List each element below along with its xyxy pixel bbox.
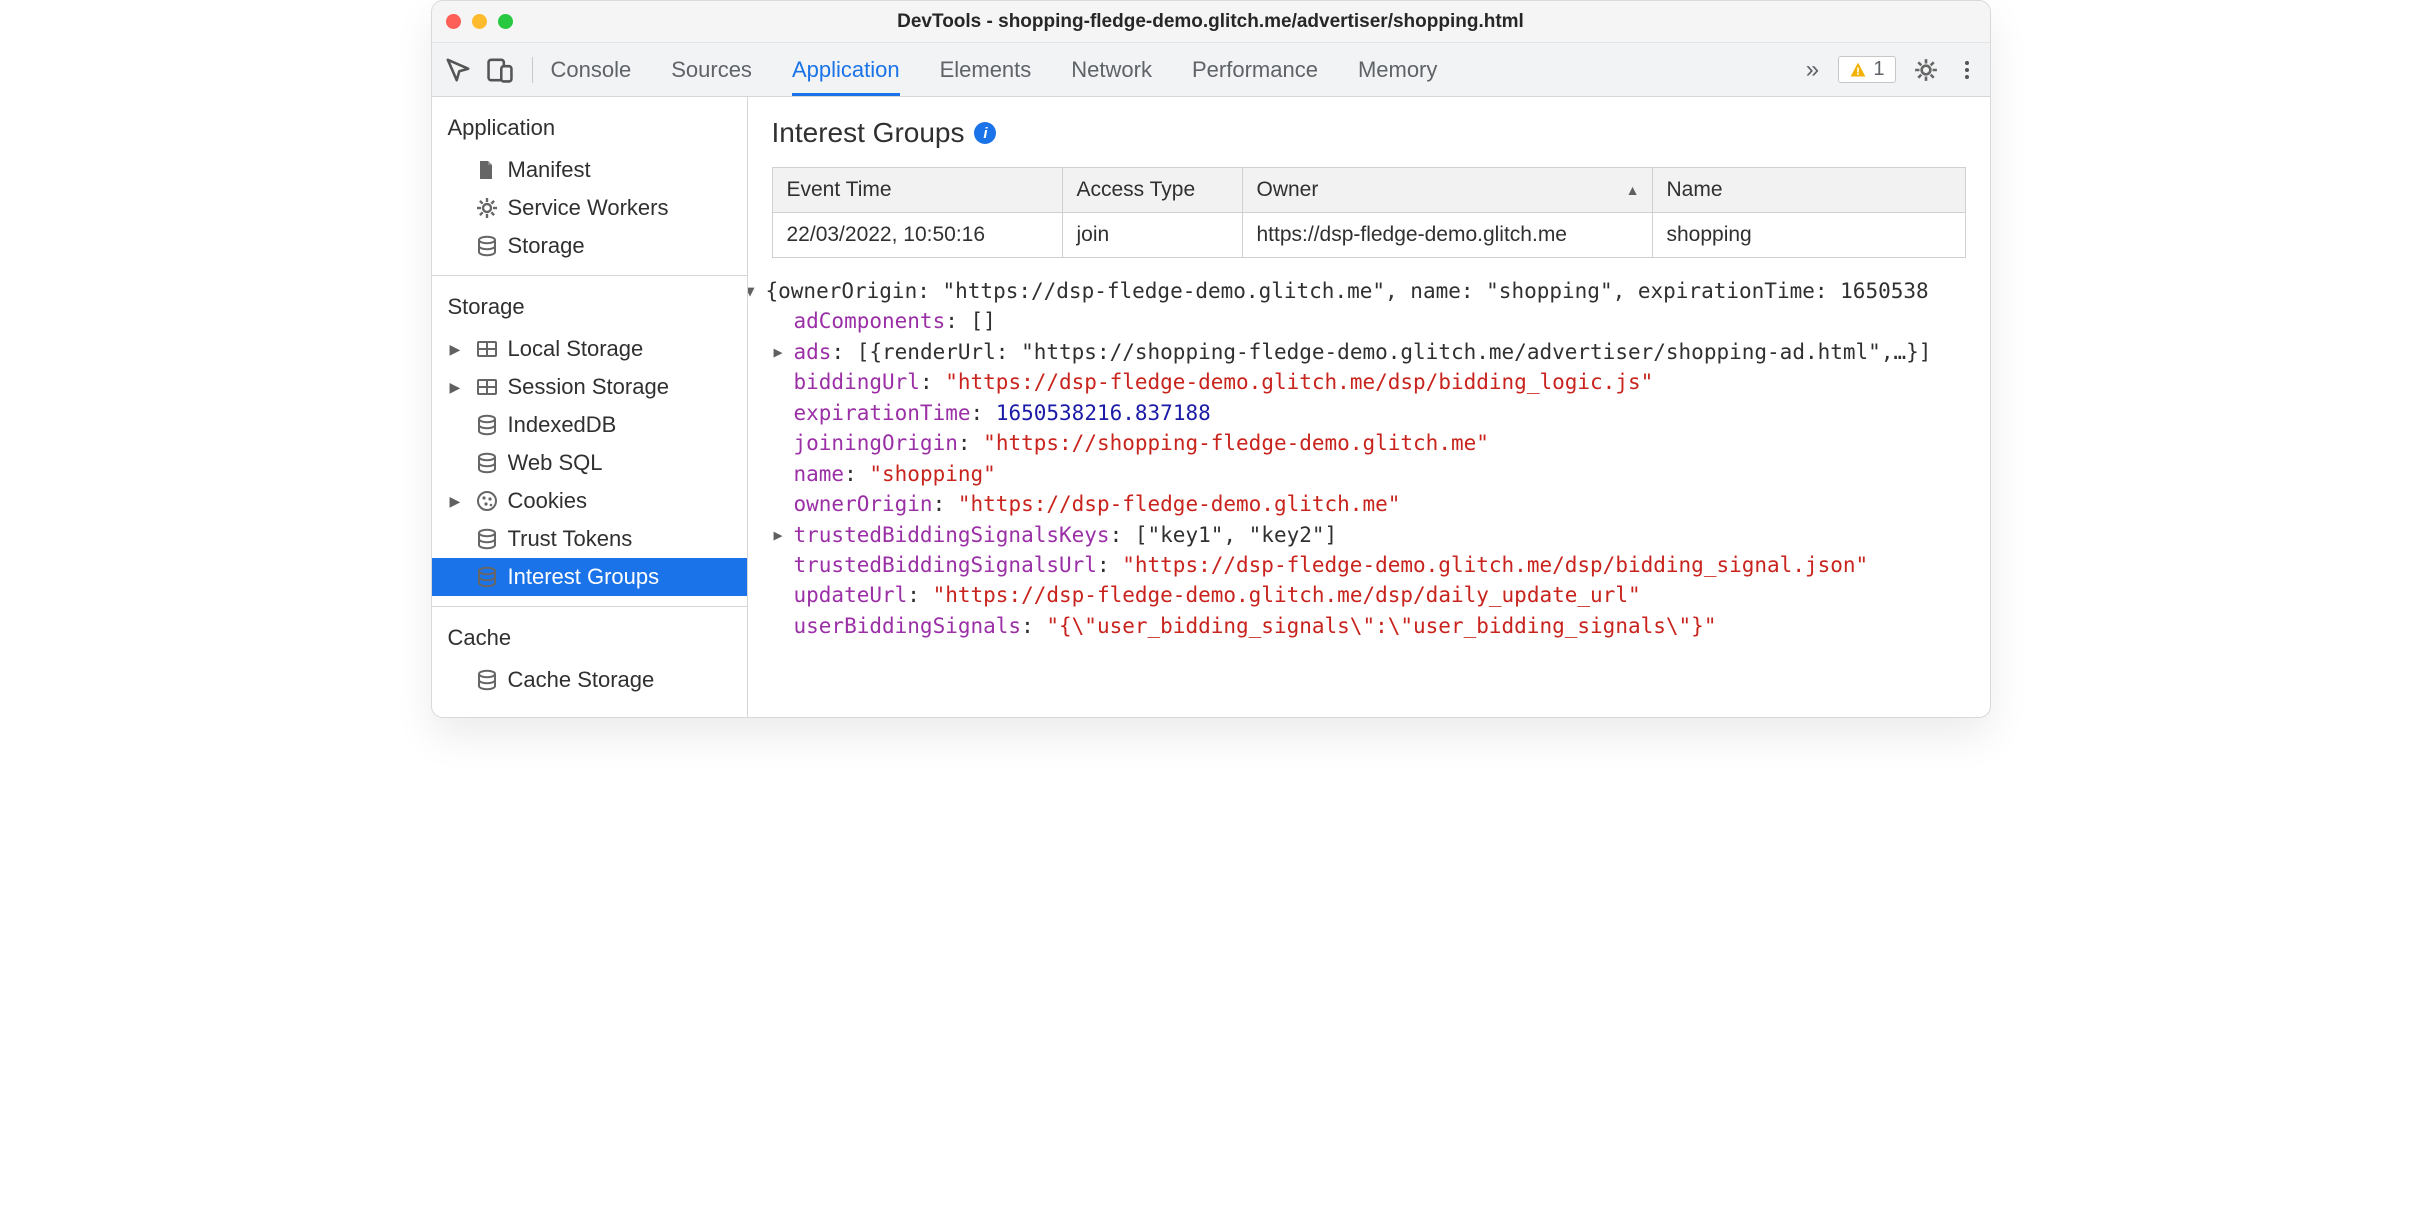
sidebar-item-label: Service Workers: [508, 195, 669, 221]
panel-tabs: Console Sources Application Elements Network…: [551, 43, 1799, 96]
sidebar-item-web-sql[interactable]: Web SQL: [432, 444, 747, 482]
table-cell: shopping: [1652, 213, 1965, 258]
tab-application[interactable]: Application: [792, 43, 900, 96]
expand-arrow-icon: ▶: [450, 379, 461, 396]
more-tabs-icon[interactable]: »: [1798, 56, 1826, 84]
grid-icon: [476, 338, 498, 360]
tab-sources[interactable]: Sources: [671, 43, 752, 96]
expand-arrow-icon: ▶: [450, 493, 461, 510]
interest-groups-table: Event TimeAccess TypeOwner▲Name 22/03/20…: [772, 167, 1966, 258]
table-cell: https://dsp-fledge-demo.glitch.me: [1242, 213, 1652, 258]
db-icon: [476, 528, 498, 550]
sidebar-section-application: Application: [432, 109, 747, 151]
cookie-icon: [476, 490, 498, 512]
col-name[interactable]: Name: [1652, 168, 1965, 213]
window-title: DevTools - shopping-fledge-demo.glitch.m…: [432, 11, 1990, 33]
main-panel: Interest Groups i Event TimeAccess TypeO…: [748, 97, 1990, 717]
object-viewer[interactable]: ▼{ownerOrigin: "https://dsp-fledge-demo.…: [748, 272, 1990, 649]
tab-elements[interactable]: Elements: [940, 43, 1032, 96]
sidebar-item-label: IndexedDB: [508, 412, 617, 438]
db-icon: [476, 452, 498, 474]
zoom-window-button[interactable]: [498, 14, 513, 29]
settings-icon[interactable]: [1914, 58, 1938, 82]
minimize-window-button[interactable]: [472, 14, 487, 29]
db-icon: [476, 235, 498, 257]
expand-arrow-icon: ▶: [450, 341, 461, 358]
col-access-type[interactable]: Access Type: [1062, 168, 1242, 213]
sidebar-item-label: Manifest: [508, 157, 591, 183]
window-controls: [446, 14, 513, 29]
sidebar-item-label: Web SQL: [508, 450, 603, 476]
object-summary: {ownerOrigin: "https://dsp-fledge-demo.g…: [766, 279, 1929, 303]
db-icon: [476, 566, 498, 588]
tab-performance[interactable]: Performance: [1192, 43, 1318, 96]
sidebar-item-manifest[interactable]: Manifest: [432, 151, 747, 189]
sidebar-item-interest-groups[interactable]: Interest Groups: [432, 558, 747, 596]
sidebar-section-cache: Cache: [432, 619, 747, 661]
info-icon[interactable]: i: [974, 122, 996, 144]
table-row[interactable]: 22/03/2022, 10:50:16joinhttps://dsp-fled…: [772, 213, 1965, 258]
sidebar-item-label: Cache Storage: [508, 667, 655, 693]
devtools-window: DevTools - shopping-fledge-demo.glitch.m…: [431, 0, 1991, 718]
sidebar-item-cache-storage[interactable]: Cache Storage: [432, 661, 747, 699]
table-cell: 22/03/2022, 10:50:16: [772, 213, 1062, 258]
sidebar-item-cookies[interactable]: ▶ Cookies: [432, 482, 747, 520]
sidebar-item-label: Cookies: [508, 488, 587, 514]
close-window-button[interactable]: [446, 14, 461, 29]
gear-icon: [476, 197, 498, 219]
table-header-row: Event TimeAccess TypeOwner▲Name: [772, 168, 1965, 213]
more-menu-icon[interactable]: [1956, 59, 1978, 81]
panel-header: Interest Groups i: [748, 97, 1990, 167]
tab-console[interactable]: Console: [551, 43, 632, 96]
col-event-time[interactable]: Event Time: [772, 168, 1062, 213]
sidebar-item-label: Local Storage: [508, 336, 644, 362]
sidebar-item-session-storage[interactable]: ▶ Session Storage: [432, 368, 747, 406]
device-toolbar-icon[interactable]: [486, 56, 514, 84]
table-cell: join: [1062, 213, 1242, 258]
devtools-toolbar: Console Sources Application Elements Network…: [432, 43, 1990, 97]
sidebar-item-trust-tokens[interactable]: Trust Tokens: [432, 520, 747, 558]
titlebar: DevTools - shopping-fledge-demo.glitch.m…: [432, 1, 1990, 43]
inspect-element-icon[interactable]: [444, 56, 472, 84]
issues-chip[interactable]: 1: [1838, 56, 1895, 83]
sidebar-item-indexeddb[interactable]: IndexedDB: [432, 406, 747, 444]
warning-icon: [1849, 61, 1867, 79]
sidebar-item-label: Session Storage: [508, 374, 669, 400]
col-owner[interactable]: Owner▲: [1242, 168, 1652, 213]
sidebar-item-service-workers[interactable]: Service Workers: [432, 189, 747, 227]
tab-memory[interactable]: Memory: [1358, 43, 1437, 96]
grid-icon: [476, 376, 498, 398]
toolbar-divider: [532, 57, 533, 83]
sidebar-item-label: Storage: [508, 233, 585, 259]
sidebar-item-storage[interactable]: Storage: [432, 227, 747, 265]
sidebar-item-label: Trust Tokens: [508, 526, 633, 552]
tab-network[interactable]: Network: [1071, 43, 1152, 96]
issues-count: 1: [1873, 58, 1884, 81]
sidebar-item-label: Interest Groups: [508, 564, 660, 590]
sort-indicator-icon: ▲: [1626, 182, 1640, 198]
db-icon: [476, 669, 498, 691]
panel-title: Interest Groups: [772, 117, 965, 149]
application-sidebar: Application Manifest Service Workers Storag…: [432, 97, 748, 717]
sidebar-item-local-storage[interactable]: ▶ Local Storage: [432, 330, 747, 368]
sidebar-section-storage: Storage: [432, 288, 747, 330]
file-icon: [476, 159, 498, 181]
db-icon: [476, 414, 498, 436]
